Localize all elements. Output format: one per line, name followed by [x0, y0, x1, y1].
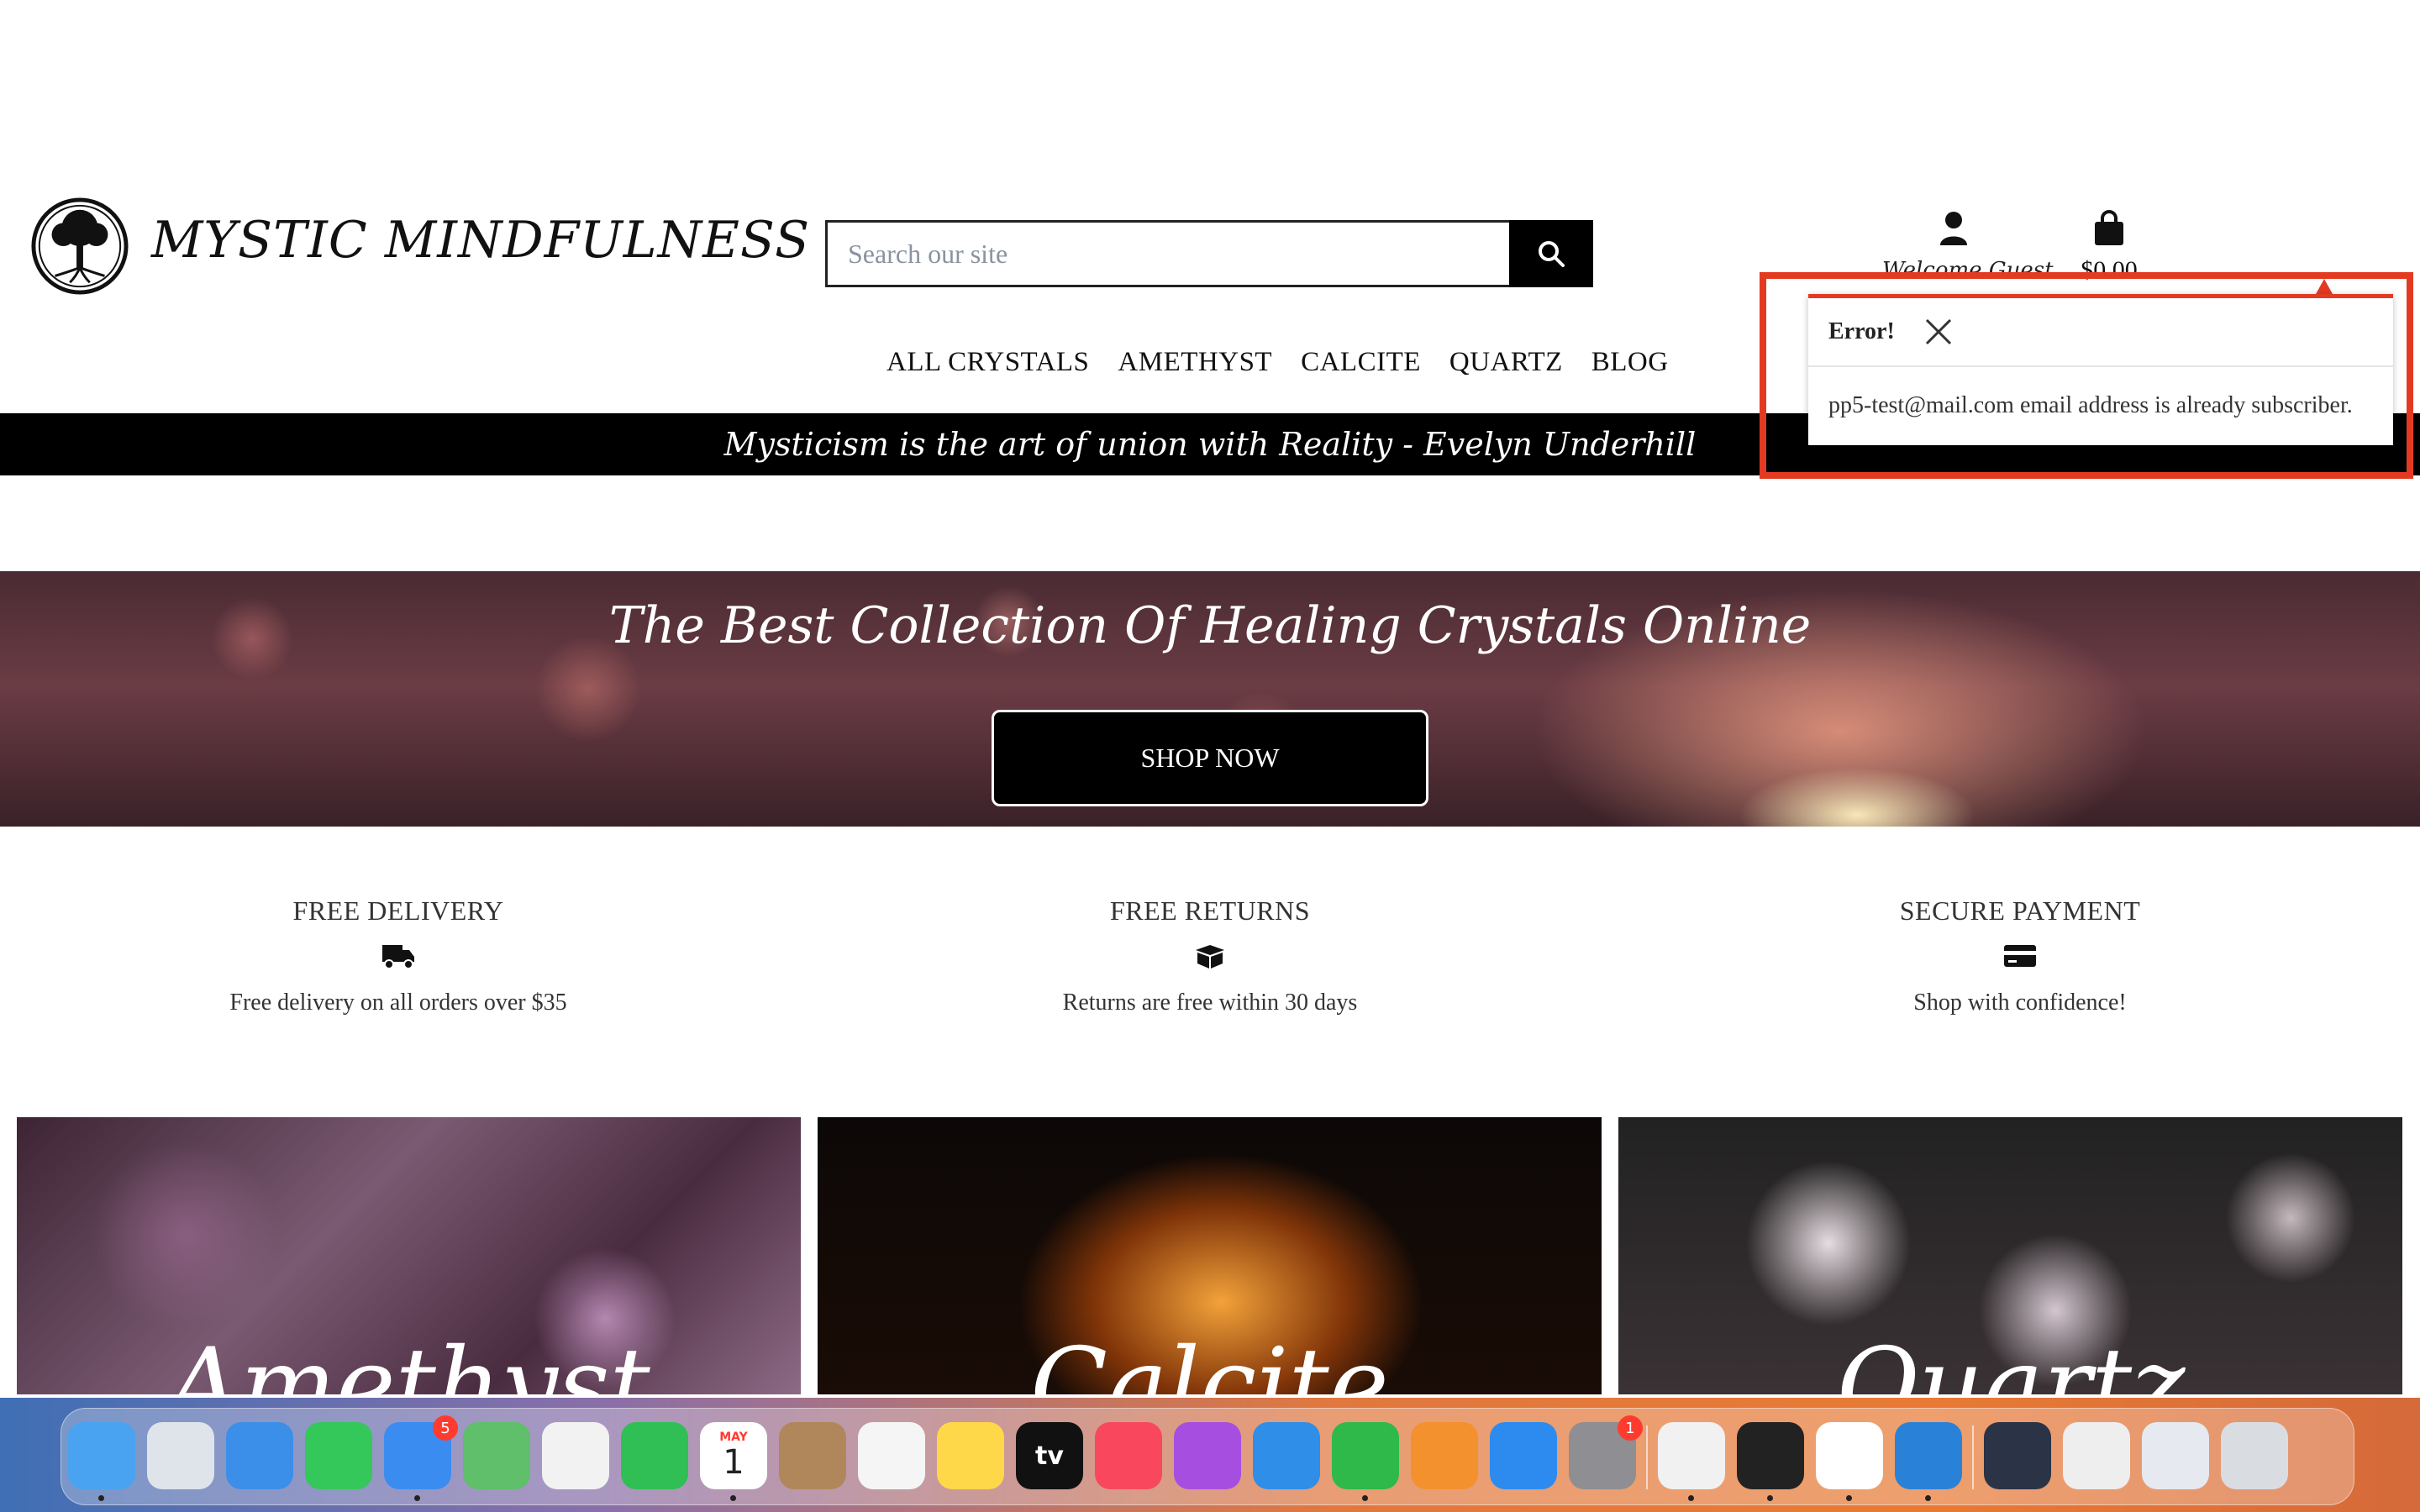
quote-text: Mysticism is the art of union with Reali…	[723, 426, 1697, 463]
running-indicator	[1846, 1495, 1852, 1501]
chrome-icon[interactable]	[1658, 1422, 1725, 1501]
contacts-icon[interactable]	[779, 1422, 846, 1489]
tree-of-life-icon	[31, 197, 129, 295]
photos-icon[interactable]	[542, 1422, 609, 1489]
category-label: Quartz	[1835, 1327, 2186, 1394]
hero-title: The Best Collection Of Healing Crystals …	[608, 596, 1812, 655]
notification-badge: 5	[433, 1415, 458, 1441]
feature-title: FREE DELIVERY	[292, 895, 504, 926]
shopping-bag-icon	[2095, 210, 2123, 245]
dock: 5 MAY 1 tv 1	[60, 1408, 2354, 1505]
nav-all-crystals[interactable]: ALL CRYSTALS	[886, 347, 1089, 378]
truck-icon	[382, 945, 414, 969]
search-input[interactable]	[825, 220, 1509, 287]
user-icon	[1940, 212, 1967, 245]
close-icon[interactable]	[1923, 317, 1954, 347]
feature-text: Shop with confidence!	[1913, 990, 2127, 1016]
feature-free-returns: FREE RETURNS Returns are free within 30 …	[916, 895, 1504, 1016]
search-form	[825, 220, 1593, 287]
window-thumbnail-icon[interactable]	[2063, 1422, 2130, 1489]
messages-icon[interactable]	[305, 1422, 372, 1489]
hero-banner: The Best Collection Of Healing Crystals …	[0, 571, 2420, 827]
window-thumbnail-icon[interactable]	[2142, 1422, 2209, 1489]
nav-calcite[interactable]: CALCITE	[1301, 347, 1421, 378]
tv-label: tv	[1035, 1441, 1064, 1471]
calendar-icon[interactable]: MAY 1	[700, 1422, 767, 1501]
category-card-amethyst[interactable]: Amethyst	[17, 1117, 801, 1394]
slack-icon[interactable]	[1816, 1422, 1883, 1501]
notification-badge: 1	[1618, 1415, 1643, 1441]
running-indicator	[414, 1495, 420, 1501]
running-indicator	[730, 1495, 736, 1501]
terminal-icon[interactable]	[1737, 1422, 1804, 1501]
feature-free-delivery: FREE DELIVERY Free delivery on all order…	[104, 895, 692, 1016]
box-icon	[1196, 945, 1224, 969]
category-label: Calcite	[1030, 1327, 1389, 1394]
credit-card-icon	[2004, 945, 2036, 967]
search-button[interactable]	[1509, 220, 1593, 287]
alert-pointer	[2316, 279, 2333, 294]
feature-text: Returns are free within 30 days	[1062, 990, 1358, 1016]
feature-secure-payment: SECURE PAYMENT Shop with confidence!	[1726, 895, 2314, 1016]
running-indicator	[1362, 1495, 1368, 1501]
nav-quartz[interactable]: QUARTZ	[1449, 347, 1563, 378]
feature-title: FREE RETURNS	[1109, 895, 1311, 926]
numbers-icon[interactable]	[1332, 1422, 1399, 1501]
reminders-icon[interactable]	[858, 1422, 925, 1489]
search-icon	[1539, 241, 1565, 267]
running-indicator	[1925, 1495, 1931, 1501]
notes-icon[interactable]	[937, 1422, 1004, 1489]
facetime-icon[interactable]	[621, 1422, 688, 1489]
calendar-month: MAY	[719, 1431, 748, 1444]
error-alert: Error! pp5-test@mail.com email address i…	[1808, 294, 2393, 445]
trash-icon[interactable]	[2221, 1422, 2288, 1489]
safari-icon[interactable]	[226, 1422, 293, 1489]
alert-message: pp5-test@mail.com email address is alrea…	[1828, 392, 2353, 418]
shop-now-button[interactable]: SHOP NOW	[992, 710, 1428, 806]
nav-amethyst[interactable]: AMETHYST	[1118, 347, 1272, 378]
category-card-calcite[interactable]: Calcite	[818, 1117, 1602, 1394]
dock-separator	[1972, 1425, 1974, 1489]
tv-icon[interactable]: tv	[1016, 1422, 1083, 1489]
category-card-quartz[interactable]: Quartz	[1618, 1117, 2402, 1394]
app-store-icon[interactable]	[1490, 1422, 1557, 1489]
podcasts-icon[interactable]	[1174, 1422, 1241, 1489]
brand-name: MYSTIC MINDFULNESS	[151, 211, 811, 270]
nav-blog[interactable]: BLOG	[1591, 347, 1669, 378]
dock-separator	[1646, 1425, 1648, 1489]
mail-icon[interactable]: 5	[384, 1415, 458, 1501]
keynote-icon[interactable]	[1253, 1422, 1320, 1489]
settings-icon[interactable]: 1	[1569, 1415, 1643, 1489]
feature-text: Free delivery on all orders over $35	[229, 990, 567, 1016]
running-indicator	[1688, 1495, 1694, 1501]
launchpad-icon[interactable]	[147, 1422, 214, 1489]
alert-title: Error!	[1828, 318, 1895, 344]
window-thumbnail-icon[interactable]	[1984, 1422, 2051, 1489]
site-logo[interactable]: MYSTIC MINDFULNESS	[30, 197, 810, 296]
alert-header: Error!	[1808, 298, 2393, 367]
calendar-day: 1	[723, 1443, 744, 1482]
music-icon[interactable]	[1095, 1422, 1162, 1489]
maps-icon[interactable]	[463, 1422, 530, 1489]
category-label: Amethyst	[167, 1327, 650, 1394]
main-nav: ALL CRYSTALS AMETHYST CALCITE QUARTZ BLO…	[886, 347, 1669, 378]
finder-icon[interactable]	[68, 1422, 135, 1501]
running-indicator	[98, 1495, 104, 1501]
pages-icon[interactable]	[1411, 1422, 1478, 1489]
vscode-icon[interactable]	[1895, 1422, 1962, 1501]
feature-title: SECURE PAYMENT	[1899, 895, 2141, 926]
running-indicator	[1767, 1495, 1773, 1501]
